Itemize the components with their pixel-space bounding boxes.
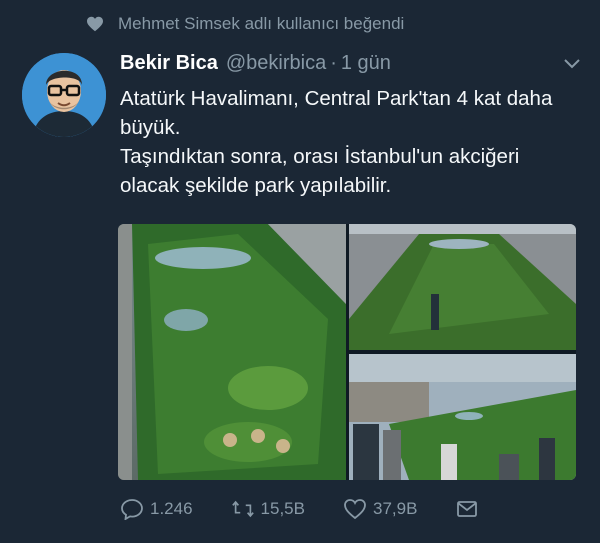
reply-count: 1.246 — [150, 499, 193, 518]
tweet-text-line-1: Atatürk Havalimanı, Central Park'tan 4 k… — [120, 87, 553, 139]
reply-icon — [121, 499, 143, 520]
avatar-image — [22, 53, 106, 137]
chevron-down-icon[interactable] — [564, 58, 580, 70]
heart-outline-icon — [344, 499, 366, 520]
tweet-text: Atatürk Havalimanı, Central Park'tan 4 k… — [120, 84, 580, 200]
retweet-button[interactable]: 15,5B — [231, 498, 305, 520]
author-name[interactable]: Bekir Bica — [120, 52, 218, 75]
retweet-count: 15,5B — [260, 499, 305, 518]
message-button[interactable] — [455, 498, 485, 520]
avatar[interactable] — [22, 53, 106, 137]
tweet-time[interactable]: 1 gün — [341, 52, 391, 75]
tweet-header: Bekir Bica @bekirbica · 1 gün — [120, 52, 580, 75]
like-count: 37,9B — [372, 499, 418, 518]
separator: · — [330, 52, 337, 74]
social-context: Mehmet Simsek adlı kullanıcı beğendi — [86, 14, 404, 34]
envelope-icon — [457, 501, 478, 517]
social-context-text: Mehmet Simsek adlı kullanıcı beğendi — [118, 14, 405, 33]
heart-icon — [87, 16, 103, 32]
like-button[interactable]: 37,9B — [343, 498, 417, 520]
media-grid — [118, 224, 576, 480]
photo-central-park-2[interactable] — [349, 224, 576, 350]
reply-button[interactable]: 1.246 — [120, 498, 193, 520]
author-handle[interactable]: @bekirbica — [226, 52, 326, 75]
tweet-actions: 1.246 15,5B 37,9B — [120, 498, 523, 520]
photo-central-park-1[interactable] — [118, 224, 346, 480]
tweet-text-line-2: Taşındıktan sonra, orası İstanbul'un akc… — [120, 145, 520, 197]
retweet-icon — [231, 500, 254, 518]
photo-central-park-3[interactable] — [349, 354, 576, 480]
